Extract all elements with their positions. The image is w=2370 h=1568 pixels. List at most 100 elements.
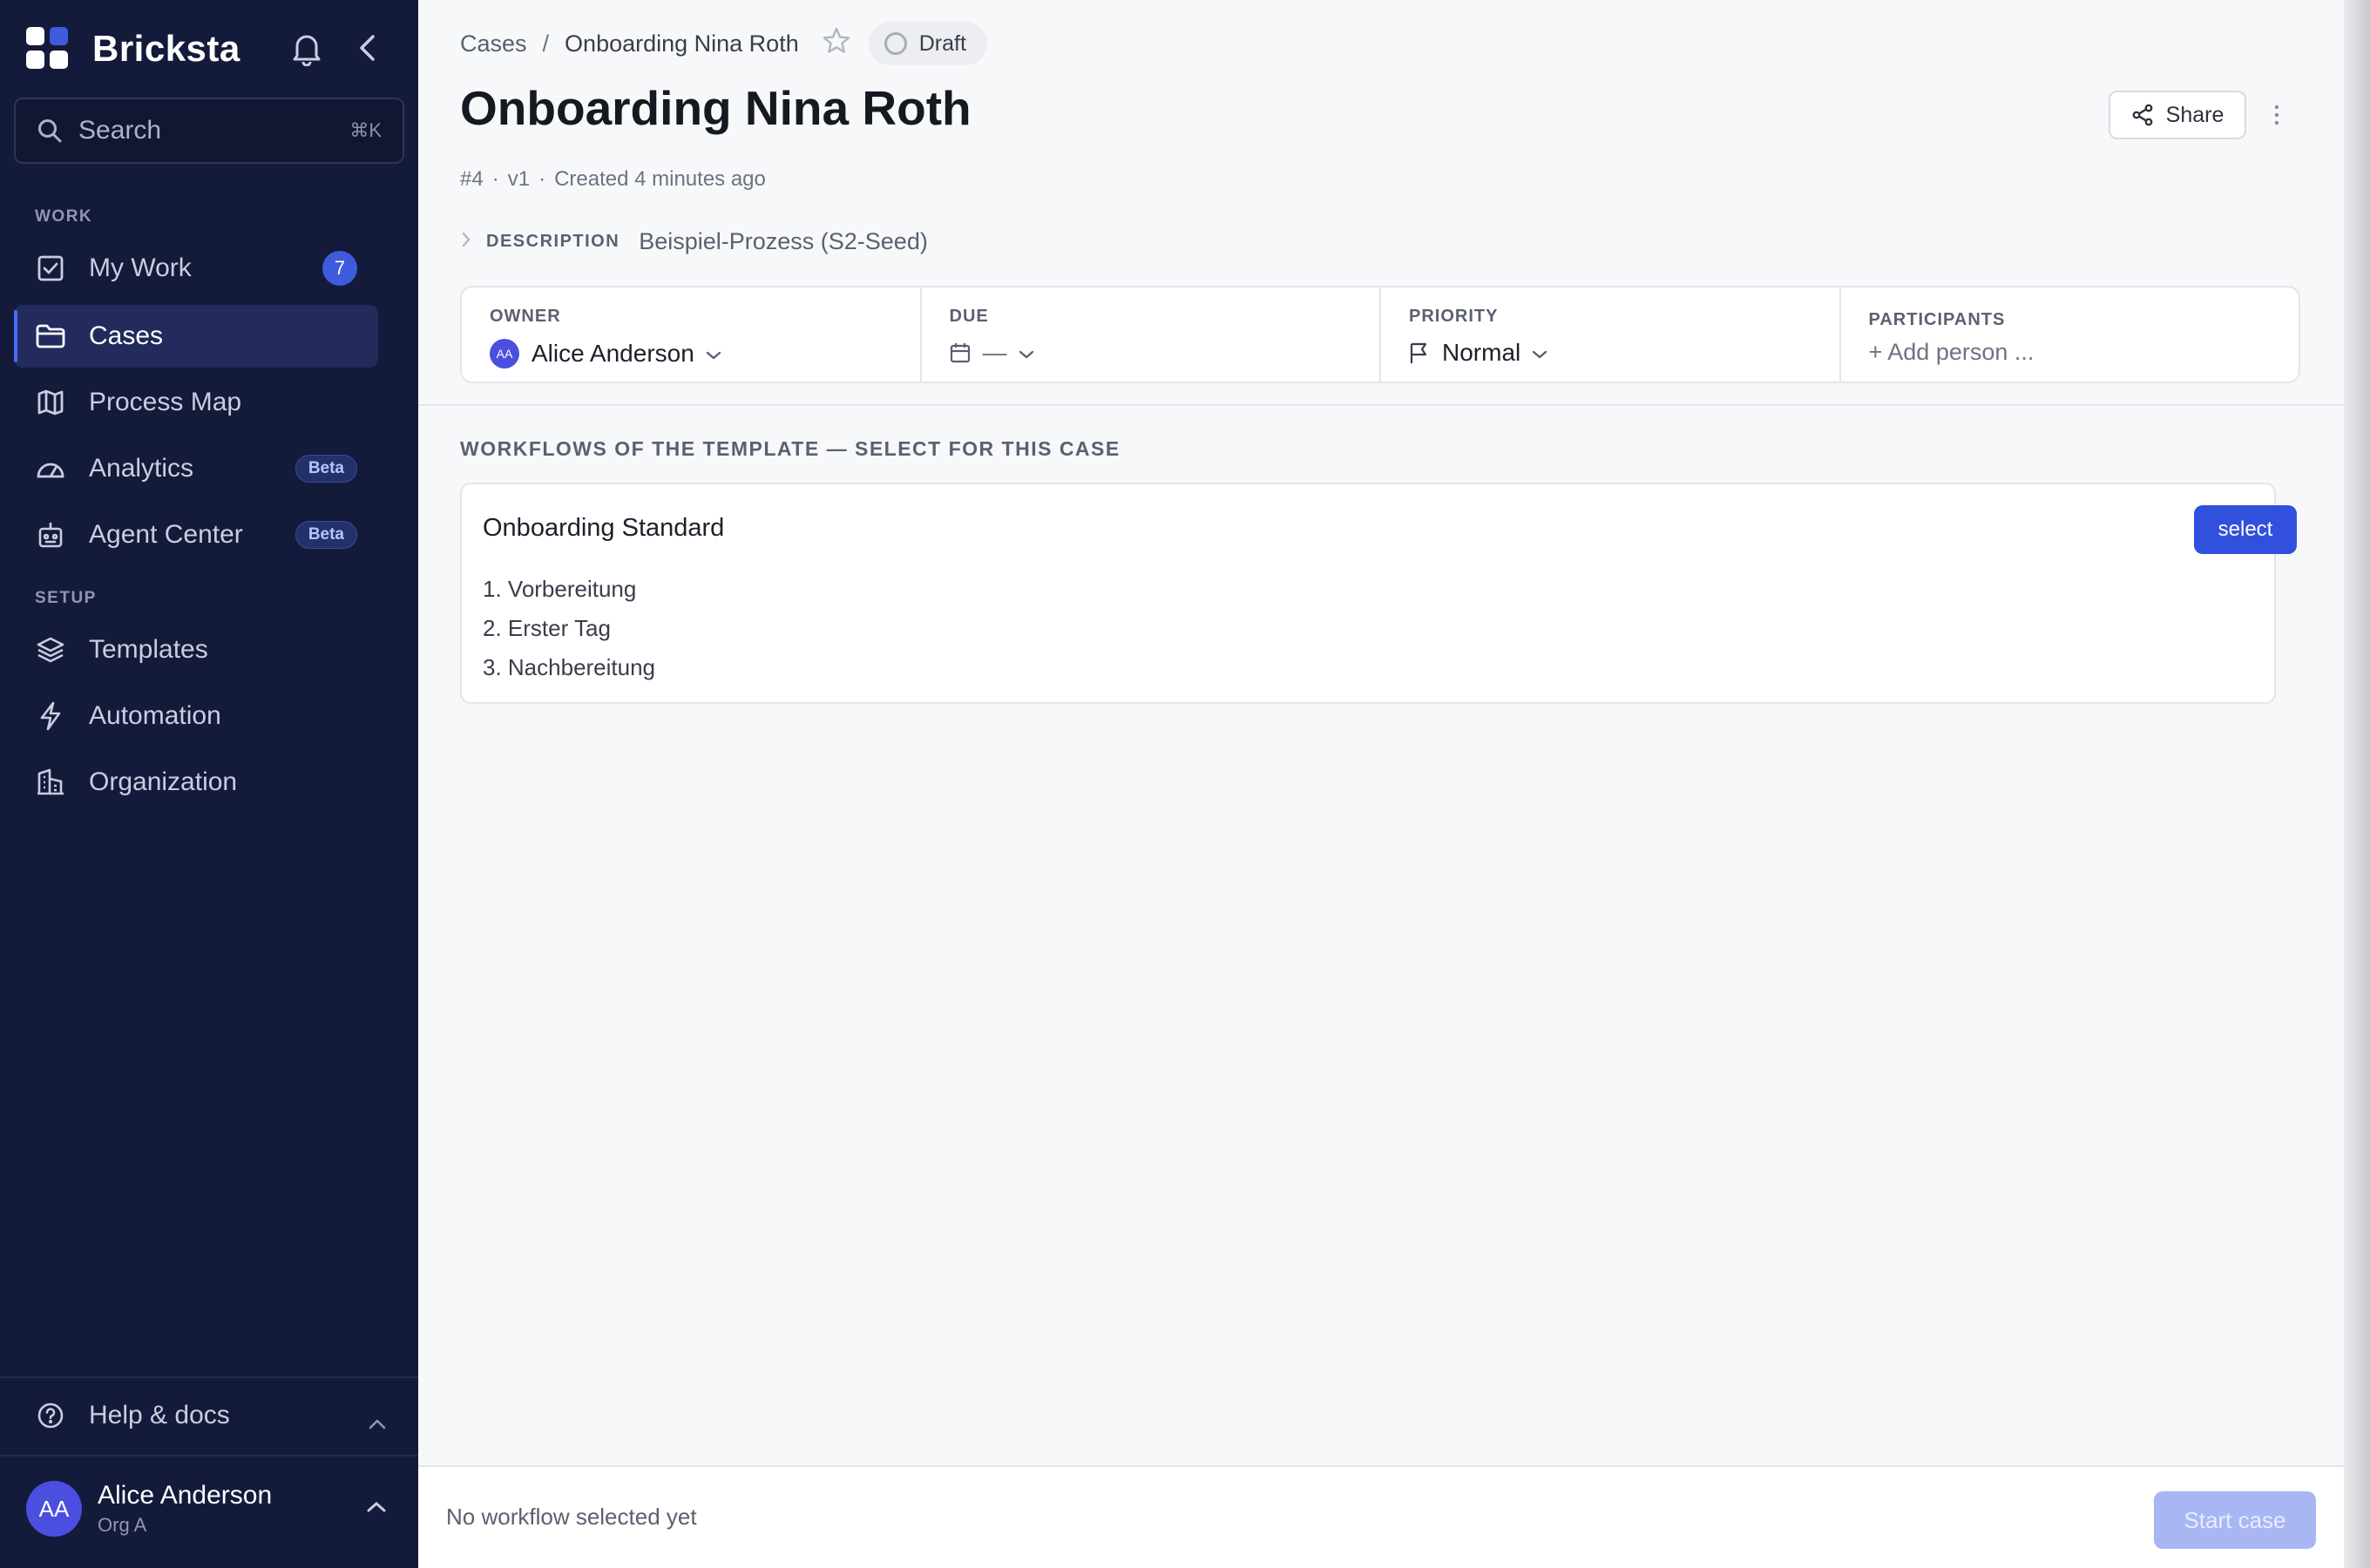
my-work-count-badge: 7: [322, 251, 357, 286]
chevron-right-icon[interactable]: [460, 230, 472, 253]
breadcrumb-cases-link[interactable]: Cases: [460, 30, 527, 57]
breadcrumb: Cases / Onboarding Nina Roth Draft: [460, 22, 987, 65]
beta-badge: Beta: [295, 521, 357, 549]
sidebar-item-automation[interactable]: Automation: [14, 685, 378, 747]
calendar-icon: [950, 342, 971, 363]
chevron-down-icon: [1531, 339, 1548, 367]
share-button[interactable]: Share: [2109, 91, 2246, 139]
priority-value: Normal: [1442, 339, 1521, 366]
status-circle-icon: [884, 32, 907, 55]
folder-icon: [35, 321, 66, 352]
sidebar-item-templates[interactable]: Templates: [14, 618, 378, 681]
user-org: Org A: [98, 1514, 147, 1536]
brand-name: Bricksta: [92, 28, 240, 69]
brand[interactable]: Bricksta: [26, 24, 240, 73]
sidebar-item-organization[interactable]: Organization: [14, 751, 378, 814]
help-docs-item[interactable]: Help & docs: [14, 1385, 404, 1446]
description-value[interactable]: Beispiel-Prozess (S2-Seed): [639, 228, 928, 255]
chevron-down-icon: [1018, 339, 1035, 367]
search-input[interactable]: [78, 116, 340, 145]
search-box[interactable]: ⌘K: [14, 98, 404, 164]
gauge-icon: [35, 453, 66, 484]
participants-field[interactable]: PARTICIPANTS + Add person ...: [1841, 287, 2299, 382]
participants-label: PARTICIPANTS: [1868, 310, 2006, 329]
footer-status-text: No workflow selected yet: [446, 1504, 697, 1530]
sidebar-item-label: Analytics: [89, 454, 194, 483]
sidebar-divider: [0, 1376, 418, 1378]
owner-field[interactable]: OWNER AA Alice Anderson: [462, 287, 922, 382]
sidebar-item-my-work[interactable]: My Work 7: [14, 237, 378, 300]
section-label-work: WORK: [35, 207, 93, 226]
due-field[interactable]: DUE —: [922, 287, 1381, 382]
star-icon[interactable]: [822, 26, 851, 62]
share-label: Share: [2165, 102, 2224, 127]
user-menu[interactable]: AA Alice Anderson Org A: [26, 1481, 272, 1537]
help-docs-label: Help & docs: [89, 1401, 230, 1429]
due-value: —: [982, 339, 1007, 366]
due-label: DUE: [949, 307, 989, 326]
section-label-setup: SETUP: [35, 589, 97, 607]
collapse-sidebar-chevron-left-icon[interactable]: [356, 33, 380, 63]
sidebar-item-label: Process Map: [89, 388, 242, 416]
description-row[interactable]: DESCRIPTION Beispiel-Prozess (S2-Seed): [460, 228, 928, 255]
workflow-title: Onboarding Standard: [483, 514, 725, 542]
owner-value: Alice Anderson: [532, 340, 694, 367]
building-icon: [35, 767, 66, 798]
case-version: v1: [507, 167, 531, 191]
workflows-heading: WORKFLOWS OF THE TEMPLATE — SELECT FOR T…: [460, 437, 1121, 460]
status-label: Draft: [918, 30, 966, 56]
priority-field[interactable]: PRIORITY Normal: [1381, 287, 1841, 382]
chevron-down-icon: [705, 340, 722, 368]
map-icon: [35, 387, 66, 418]
avatar: AA: [26, 1481, 82, 1537]
breadcrumb-current: Onboarding Nina Roth: [565, 30, 799, 57]
beta-badge: Beta: [295, 455, 357, 483]
search-shortcut: ⌘K: [349, 119, 382, 141]
workflow-card[interactable]: Onboarding Standard select 1. Vorbereitu…: [460, 483, 2297, 704]
sidebar: Bricksta ⌘K WORK My Work 7: [0, 0, 418, 1568]
avatar: AA: [490, 339, 519, 368]
workflow-steps: 1. Vorbereitung 2. Erster Tag 3. Nachber…: [483, 570, 655, 687]
meta-separator: ·: [491, 167, 499, 191]
chevron-up-icon[interactable]: [368, 1408, 387, 1437]
main-content: Cases / Onboarding Nina Roth Draft Onboa…: [418, 0, 2344, 1568]
flag-icon: [1409, 341, 1430, 364]
sidebar-item-label: Organization: [89, 767, 238, 796]
sidebar-item-cases[interactable]: Cases: [14, 305, 378, 368]
sidebar-item-process-map[interactable]: Process Map: [14, 371, 378, 434]
workflow-step: 2. Erster Tag: [483, 615, 611, 641]
owner-label: OWNER: [490, 307, 561, 326]
layers-icon: [35, 634, 66, 666]
start-case-button[interactable]: Start case: [2154, 1491, 2316, 1549]
sidebar-item-label: My Work: [89, 253, 192, 282]
priority-label: PRIORITY: [1409, 307, 1499, 326]
case-meta: #4 · v1 · Created 4 minutes ago: [460, 167, 766, 192]
description-label: DESCRIPTION: [486, 232, 620, 251]
robot-icon: [35, 519, 66, 551]
sidebar-item-analytics[interactable]: Analytics Beta: [14, 437, 378, 500]
meta-separator: ·: [538, 167, 546, 191]
section-divider: [418, 404, 2344, 406]
breadcrumb-separator: /: [542, 30, 550, 57]
window-edge-shadow: [2344, 0, 2370, 1568]
status-badge[interactable]: Draft: [868, 22, 987, 65]
sidebar-item-label: Templates: [89, 635, 208, 664]
sidebar-item-agent-center[interactable]: Agent Center Beta: [14, 504, 378, 566]
share-icon: [2132, 104, 2153, 126]
sidebar-item-label: Automation: [89, 701, 221, 730]
bolt-icon: [35, 700, 66, 732]
sidebar-divider: [0, 1455, 418, 1456]
select-workflow-button[interactable]: select: [2194, 505, 2297, 554]
sidebar-item-label: Agent Center: [89, 520, 243, 549]
workflow-step: 3. Nachbereitung: [483, 654, 656, 680]
chevron-up-icon[interactable]: [366, 1500, 387, 1518]
notifications-bell-icon[interactable]: [291, 31, 322, 67]
case-number: #4: [460, 167, 484, 191]
add-person-button[interactable]: + Add person ...: [1869, 339, 2035, 366]
user-name: Alice Anderson: [98, 1481, 273, 1510]
brand-logo-icon: [26, 27, 70, 71]
workflow-step: 1. Vorbereitung: [483, 576, 637, 602]
case-created: Created 4 minutes ago: [554, 167, 766, 191]
more-options-icon[interactable]: [2265, 98, 2288, 132]
search-icon: [38, 119, 62, 143]
